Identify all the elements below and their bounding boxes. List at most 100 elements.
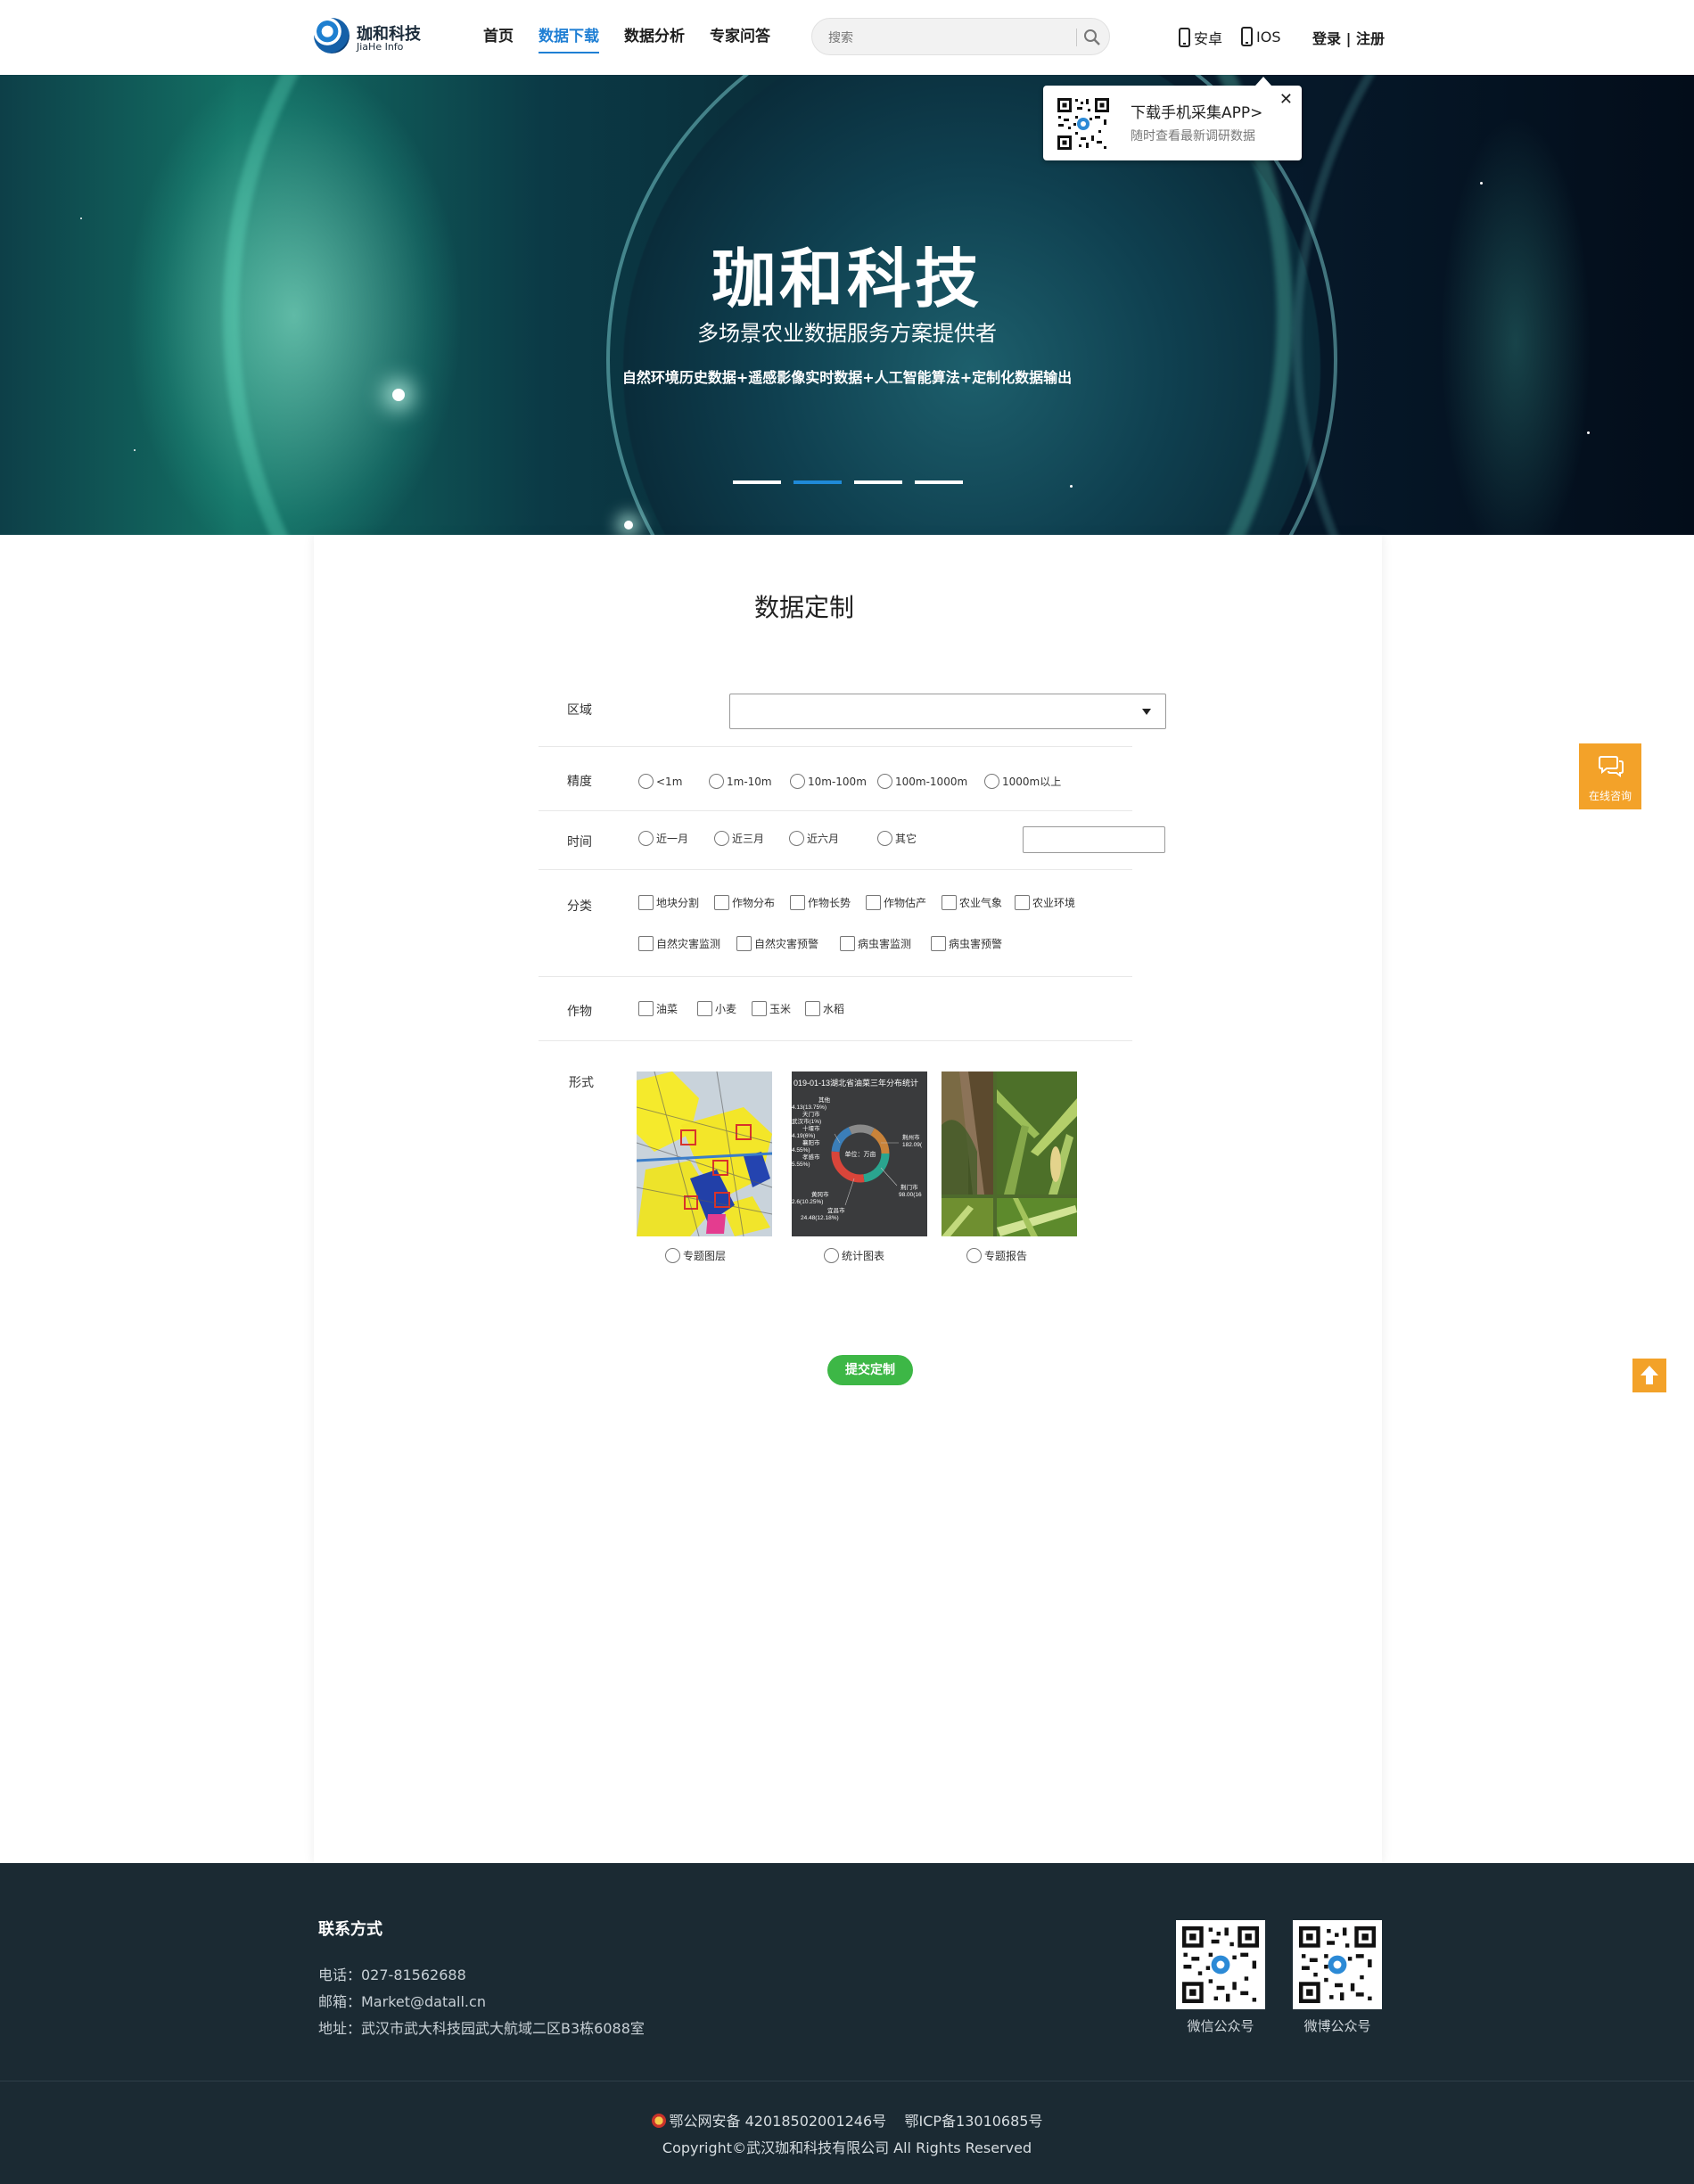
category-option[interactable]: 自然灾害预警 xyxy=(736,936,818,951)
online-consult-button[interactable]: 在线咨询 xyxy=(1579,743,1641,809)
crop-option-label: 油菜 xyxy=(656,1003,678,1015)
carousel-dot[interactable] xyxy=(733,480,781,484)
precision-option[interactable]: 10m-100m xyxy=(790,774,867,789)
time-option[interactable]: 近一月 xyxy=(638,831,688,846)
checkbox[interactable] xyxy=(752,1001,767,1016)
checkbox[interactable] xyxy=(638,895,654,910)
radio-button[interactable] xyxy=(790,774,805,789)
precision-option[interactable]: 100m-1000m xyxy=(877,774,967,789)
checkbox[interactable] xyxy=(942,895,957,910)
checkbox[interactable] xyxy=(714,895,729,910)
checkbox[interactable] xyxy=(736,936,752,951)
page: 珈和科技 JiaHe Info 首页 数据下载 数据分析 专家问答 安卓 IOS xyxy=(0,0,1694,2184)
category-option[interactable]: 病虫害监测 xyxy=(840,936,911,951)
radio-button[interactable] xyxy=(966,1248,982,1263)
category-option[interactable]: 病虫害预警 xyxy=(931,936,1002,951)
chart-thumb-left-label: 4.13(13.75%) xyxy=(792,1104,826,1111)
time-label: 时间 xyxy=(567,835,592,850)
back-to-top-button[interactable] xyxy=(1632,1359,1666,1392)
logo[interactable]: 珈和科技 JiaHe Info xyxy=(314,16,430,57)
radio-button[interactable] xyxy=(665,1248,680,1263)
radio-button[interactable] xyxy=(824,1248,839,1263)
submit-button[interactable]: 提交定制 xyxy=(827,1355,913,1385)
region-select[interactable] xyxy=(729,694,1166,729)
radio-button[interactable] xyxy=(877,774,892,789)
time-option[interactable]: 其它 xyxy=(877,831,917,846)
register-link[interactable]: 注册 xyxy=(1356,30,1385,47)
checkbox[interactable] xyxy=(697,1001,712,1016)
search-divider xyxy=(1076,29,1077,46)
radio-button[interactable] xyxy=(789,831,804,846)
nav-item-data-download[interactable]: 数据下载 xyxy=(539,25,599,53)
thumbnail-thematic-layer[interactable] xyxy=(637,1071,772,1236)
app-download-popup[interactable]: 下载手机采集APP> 随时查看最新调研数据 ✕ xyxy=(1043,77,1302,160)
category-option[interactable]: 作物分布 xyxy=(714,895,775,910)
public-security-record[interactable]: 鄂公网安备 42018502001246号 xyxy=(670,2113,887,2130)
star-decoration xyxy=(1070,485,1073,488)
category-option[interactable]: 地块分割 xyxy=(638,895,699,910)
nav-item-home[interactable]: 首页 xyxy=(483,25,514,53)
qr-code-icon xyxy=(1180,1924,1262,2006)
thumbnail-thematic-report[interactable] xyxy=(942,1071,1077,1236)
format-option[interactable]: 专题报告 xyxy=(966,1248,1027,1263)
precision-option[interactable]: 1000m以上 xyxy=(984,774,1061,789)
dropdown-arrow-icon xyxy=(1142,709,1151,715)
radio-button[interactable] xyxy=(877,831,892,846)
radio-button[interactable] xyxy=(638,774,654,789)
checkbox[interactable] xyxy=(840,936,855,951)
time-option[interactable]: 近三月 xyxy=(714,831,764,846)
donut-chart-image: 019-01-13湖北省油菜三年分布统计 单位：万亩 其他 4.13(13.75… xyxy=(792,1071,927,1236)
chart-thumb-bottom-label: 宜昌市 xyxy=(827,1206,845,1214)
time-option[interactable]: 近六月 xyxy=(789,831,839,846)
chart-thumb-left-label: 其他 xyxy=(818,1096,831,1104)
search-input[interactable] xyxy=(828,27,1060,48)
popup-title[interactable]: 下载手机采集APP> xyxy=(1131,100,1262,122)
category-option[interactable]: 农业气象 xyxy=(942,895,1002,910)
checkbox[interactable] xyxy=(638,936,654,951)
contact-email[interactable]: 邮箱：Market@datall.cn xyxy=(318,1990,486,2011)
icp-record[interactable]: 鄂ICP备13010685号 xyxy=(904,2113,1042,2130)
android-download[interactable]: 安卓 xyxy=(1179,27,1222,48)
category-option[interactable]: 农业环境 xyxy=(1015,895,1075,910)
crop-option[interactable]: 玉米 xyxy=(752,1001,791,1016)
precision-option-label: 1m-10m xyxy=(727,775,772,788)
weibo-qr-code[interactable] xyxy=(1293,1920,1382,2009)
nav-item-expert-qa[interactable]: 专家问答 xyxy=(710,25,770,53)
banner-title: 珈和科技 xyxy=(711,244,983,316)
close-icon[interactable]: ✕ xyxy=(1279,90,1293,109)
checkbox[interactable] xyxy=(638,1001,654,1016)
format-option[interactable]: 统计图表 xyxy=(824,1248,884,1263)
radio-button[interactable] xyxy=(984,774,999,789)
category-option[interactable]: 自然灾害监测 xyxy=(638,936,720,951)
checkbox[interactable] xyxy=(1015,895,1030,910)
precision-option[interactable]: 1m-10m xyxy=(709,774,772,789)
carousel-dot[interactable] xyxy=(794,480,842,484)
crop-option[interactable]: 小麦 xyxy=(697,1001,736,1016)
checkbox[interactable] xyxy=(866,895,881,910)
checkbox[interactable] xyxy=(805,1001,820,1016)
auth-separator: | xyxy=(1341,30,1356,47)
phone-icon xyxy=(1179,28,1190,47)
radio-button[interactable] xyxy=(714,831,729,846)
radio-button[interactable] xyxy=(709,774,724,789)
search-icon[interactable] xyxy=(1083,29,1101,46)
radio-button[interactable] xyxy=(638,831,654,846)
category-option[interactable]: 作物估产 xyxy=(866,895,926,910)
wechat-qr-code[interactable] xyxy=(1176,1920,1265,2009)
nav-item-data-analysis[interactable]: 数据分析 xyxy=(624,25,685,53)
ios-download[interactable]: IOS xyxy=(1241,27,1280,46)
carousel-dot[interactable] xyxy=(915,480,963,484)
category-option-label: 农业环境 xyxy=(1032,897,1076,909)
crop-option[interactable]: 水稻 xyxy=(805,1001,844,1016)
checkbox[interactable] xyxy=(790,895,805,910)
chart-thumb-right-label: 98.00(16 xyxy=(899,1192,922,1198)
crop-option[interactable]: 油菜 xyxy=(638,1001,678,1016)
format-option[interactable]: 专题图层 xyxy=(665,1248,726,1263)
checkbox[interactable] xyxy=(931,936,946,951)
category-option[interactable]: 作物长势 xyxy=(790,895,851,910)
thumbnail-statistics-chart[interactable]: 019-01-13湖北省油菜三年分布统计 单位：万亩 其他 4.13(13.75… xyxy=(792,1071,927,1236)
precision-option[interactable]: <1m xyxy=(638,774,682,789)
time-other-input[interactable] xyxy=(1023,826,1165,853)
login-link[interactable]: 登录 xyxy=(1312,30,1341,47)
carousel-dot[interactable] xyxy=(854,480,902,484)
